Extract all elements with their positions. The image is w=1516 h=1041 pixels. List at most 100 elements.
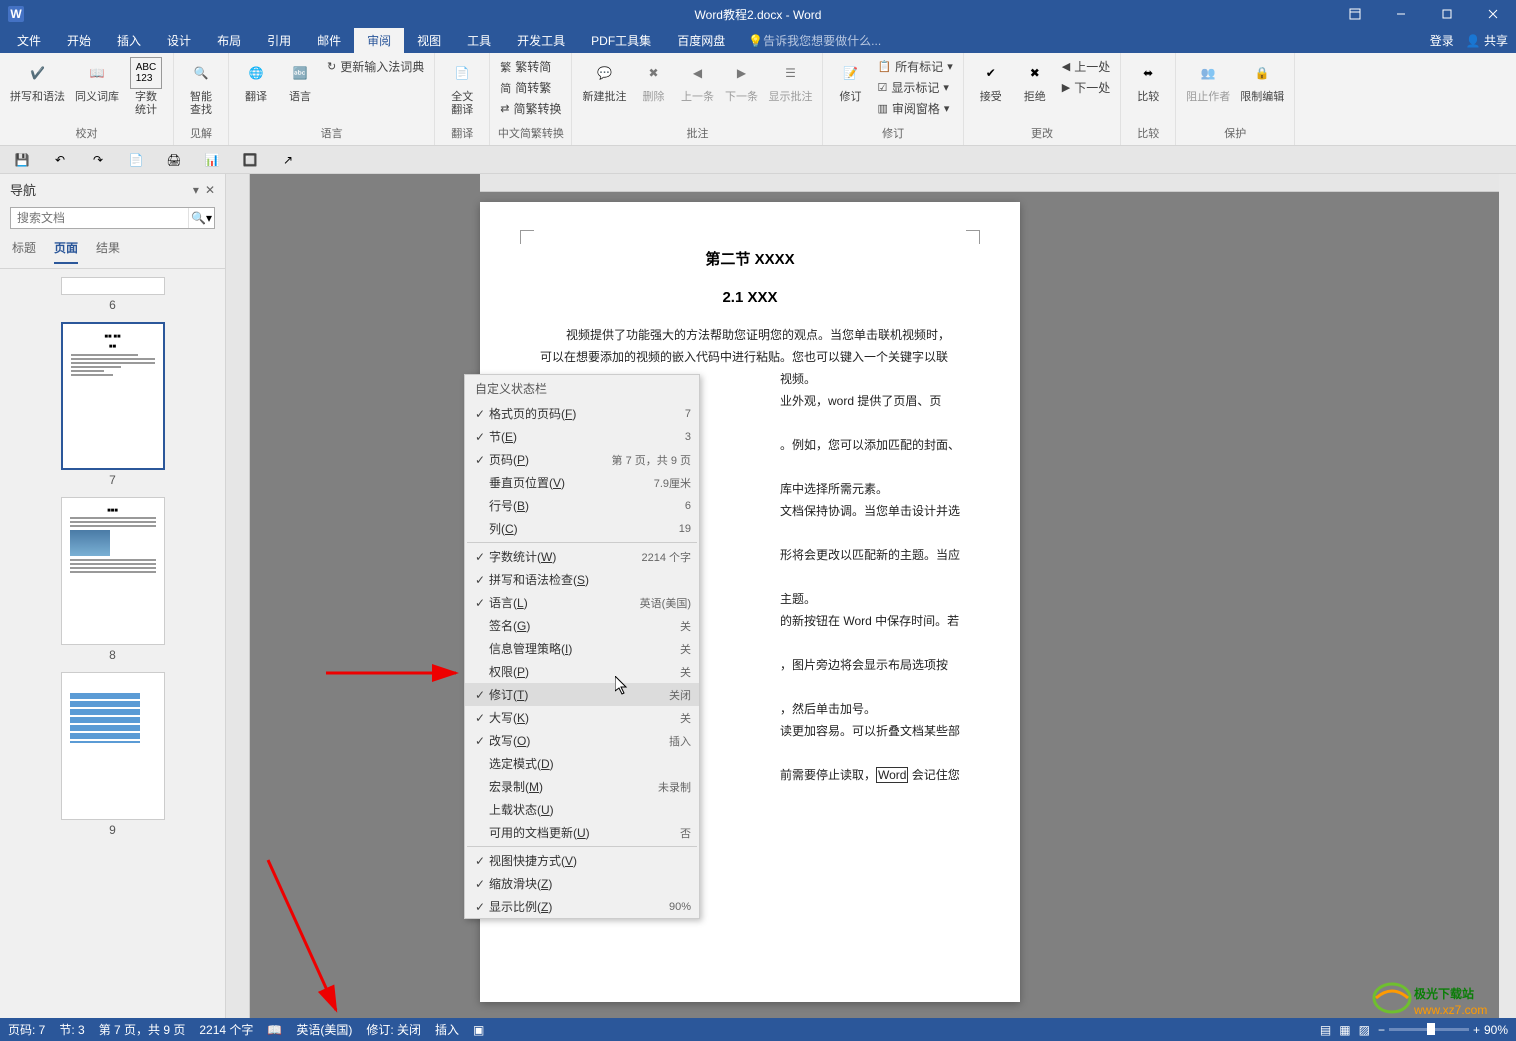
tab-developer[interactable]: 开发工具 (504, 28, 578, 53)
zoom-out-icon[interactable]: − (1378, 1023, 1385, 1037)
status-page-of[interactable]: 第 7 页，共 9 页 (99, 1021, 186, 1038)
next-change-button[interactable]: ▶ 下一处 (1058, 78, 1114, 97)
redo-icon[interactable]: ↷ (90, 152, 106, 168)
ctx-item[interactable]: ✓页码(P)第 7 页，共 9 页 (465, 448, 699, 471)
ctx-item[interactable]: 签名(G)关 (465, 614, 699, 637)
view-print-layout-icon[interactable]: ▦ (1339, 1023, 1350, 1037)
ctx-item[interactable]: ✓节(E)3 (465, 425, 699, 448)
qat-icon-8[interactable]: ↗ (280, 152, 296, 168)
tell-me[interactable]: 💡 告诉我您想要做什么... (748, 28, 881, 53)
word-count-button[interactable]: ABC123字数 统计 (125, 55, 167, 119)
ctx-item[interactable]: ✓视图快捷方式(V) (465, 849, 699, 872)
ctx-item[interactable]: ✓字数统计(W)2214 个字 (465, 545, 699, 568)
delete-comment-button[interactable]: ✖删除 (632, 55, 674, 106)
view-read-mode-icon[interactable]: ▤ (1320, 1023, 1331, 1037)
maximize-button[interactable] (1424, 0, 1470, 28)
to-traditional-button[interactable]: 繁 繁转简 (496, 57, 565, 76)
tab-view[interactable]: 视图 (404, 28, 454, 53)
compare-button[interactable]: ⬌比较 (1127, 55, 1169, 106)
status-section[interactable]: 节: 3 (59, 1021, 84, 1038)
nav-tab-results[interactable]: 结果 (96, 239, 120, 264)
tab-mailings[interactable]: 邮件 (304, 28, 354, 53)
minimize-button[interactable] (1378, 0, 1424, 28)
zoom-control[interactable]: − + 90% (1378, 1023, 1508, 1037)
qat-icon-4[interactable]: 📄 (128, 152, 144, 168)
undo-icon[interactable]: ↶ (52, 152, 68, 168)
ctx-item[interactable]: 权限(P)关 (465, 660, 699, 683)
ctx-item[interactable]: 宏录制(M)未录制 (465, 775, 699, 798)
ctx-item[interactable]: 列(C)19 (465, 517, 699, 540)
document-area[interactable]: 第二节 XXXX 2.1 XXX 视频提供了功能强大的方法帮助您证明您的观点。当… (250, 174, 1516, 1018)
reject-button[interactable]: ✖拒绝 (1014, 55, 1056, 106)
ribbon-display-options[interactable] (1332, 0, 1378, 28)
close-button[interactable] (1470, 0, 1516, 28)
tab-tools[interactable]: 工具 (454, 28, 504, 53)
accept-button[interactable]: ✔接受 (970, 55, 1012, 106)
tab-layout[interactable]: 布局 (204, 28, 254, 53)
zoom-level[interactable]: 90% (1484, 1023, 1508, 1037)
ctx-item[interactable]: ✓缩放滑块(Z) (465, 872, 699, 895)
ctx-item[interactable]: ✓显示比例(Z)90% (465, 895, 699, 918)
nav-search[interactable]: 🔍▾ (10, 207, 215, 229)
ctx-item[interactable]: 上载状态(U) (465, 798, 699, 821)
smart-lookup-button[interactable]: 🔍智能 查找 (180, 55, 222, 119)
show-markup-button[interactable]: ☑ 显示标记 ▾ (873, 78, 956, 97)
tab-references[interactable]: 引用 (254, 28, 304, 53)
tab-pdf[interactable]: PDF工具集 (578, 28, 664, 53)
vertical-scrollbar[interactable] (1499, 174, 1516, 1018)
ctx-item[interactable]: 选定模式(D) (465, 752, 699, 775)
spelling-grammar-button[interactable]: ✔️拼写和语法 (6, 55, 69, 106)
reviewing-pane-button[interactable]: ▥ 审阅窗格 ▾ (873, 99, 956, 118)
tab-file[interactable]: 文件 (4, 28, 54, 53)
thesaurus-button[interactable]: 📖同义词库 (71, 55, 123, 106)
tab-design[interactable]: 设计 (154, 28, 204, 53)
update-ime-button[interactable]: ↻ 更新输入法词典 (323, 57, 428, 76)
search-input[interactable] (11, 208, 188, 228)
to-simplified-button[interactable]: 简 简转繁 (496, 78, 565, 97)
status-macro-icon[interactable]: ▣ (473, 1023, 484, 1037)
track-changes-button[interactable]: 📝修订 (829, 55, 871, 106)
nav-tab-headings[interactable]: 标题 (12, 239, 36, 264)
ctx-item[interactable]: ✓拼写和语法检查(S) (465, 568, 699, 591)
ctx-item[interactable]: ✓格式页的页码(F)7 (465, 402, 699, 425)
restrict-editing-button[interactable]: 🔒限制编辑 (1236, 55, 1288, 106)
nav-dropdown-icon[interactable]: ▾ (193, 183, 199, 197)
prev-change-button[interactable]: ◀ 上一处 (1058, 57, 1114, 76)
qat-icon-7[interactable]: 🔲 (242, 152, 258, 168)
next-comment-button[interactable]: ▶下一条 (720, 55, 762, 106)
tab-home[interactable]: 开始 (54, 28, 104, 53)
status-insert[interactable]: 插入 (435, 1021, 459, 1038)
status-words[interactable]: 2214 个字 (199, 1021, 253, 1038)
prev-comment-button[interactable]: ◀上一条 (676, 55, 718, 106)
ctx-item[interactable]: 信息管理策略(I)关 (465, 637, 699, 660)
nav-tab-pages[interactable]: 页面 (54, 239, 78, 264)
ctx-item[interactable]: ✓语言(L)英语(美国) (465, 591, 699, 614)
new-comment-button[interactable]: 💬新建批注 (578, 55, 630, 106)
view-web-layout-icon[interactable]: ▨ (1359, 1023, 1370, 1037)
ctx-item[interactable]: ✓大写(K)关 (465, 706, 699, 729)
ctx-item[interactable]: ✓修订(T)关闭 (465, 683, 699, 706)
language-button[interactable]: 🔤语言 (279, 55, 321, 106)
show-comments-button[interactable]: ☰显示批注 (764, 55, 816, 106)
status-page[interactable]: 页码: 7 (8, 1021, 45, 1038)
search-icon[interactable]: 🔍▾ (188, 208, 214, 228)
status-proofing-icon[interactable]: 📖 (267, 1023, 282, 1037)
ctx-item[interactable]: 行号(B)6 (465, 494, 699, 517)
nav-close-icon[interactable]: ✕ (205, 183, 215, 197)
ctx-item[interactable]: 垂直页位置(V)7.9厘米 (465, 471, 699, 494)
tab-insert[interactable]: 插入 (104, 28, 154, 53)
display-for-review-button[interactable]: 📋 所有标记 ▾ (873, 57, 956, 76)
save-icon[interactable]: 💾 (14, 152, 30, 168)
translate-button[interactable]: 🌐翻译 (235, 55, 277, 106)
full-translate-button[interactable]: 📄全文 翻译 (441, 55, 483, 119)
thumb-6[interactable]: 6 (61, 277, 165, 312)
ctx-item[interactable]: 可用的文档更新(U)否 (465, 821, 699, 844)
status-track[interactable]: 修订: 关闭 (366, 1021, 421, 1038)
thumb-9[interactable]: 9 (61, 672, 165, 837)
tab-review[interactable]: 审阅 (354, 28, 404, 53)
thumb-8[interactable]: ■■■8 (61, 497, 165, 662)
chinese-convert-button[interactable]: ⇄ 简繁转换 (496, 99, 565, 118)
status-language[interactable]: 英语(美国) (296, 1021, 352, 1038)
share-button[interactable]: 👤 共享 (1466, 32, 1508, 49)
zoom-slider[interactable] (1389, 1028, 1469, 1031)
